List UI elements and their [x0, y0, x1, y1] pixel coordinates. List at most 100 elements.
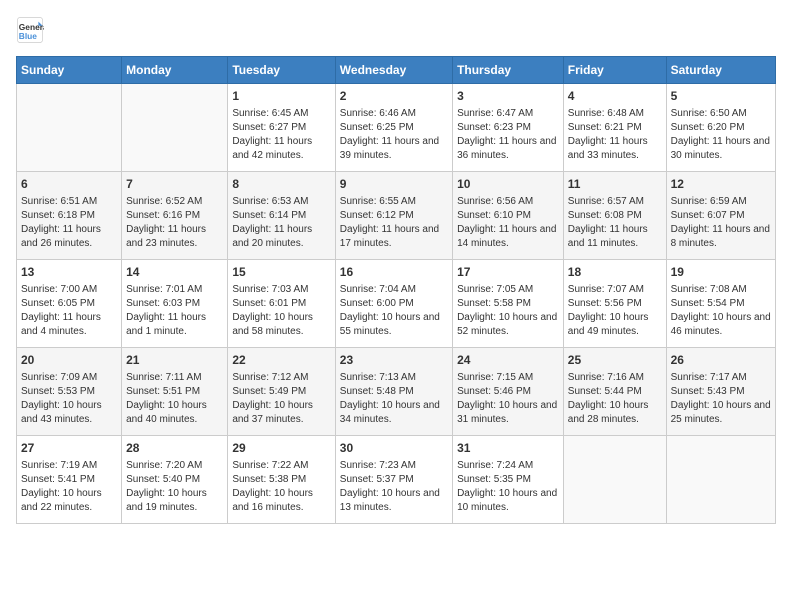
day-info: Sunrise: 7:16 AM Sunset: 5:44 PM Dayligh… — [568, 371, 662, 427]
calendar-cell: 19 Sunrise: 7:08 AM Sunset: 5:54 PM Dayli… — [666, 260, 775, 348]
day-info: Sunrise: 7:09 AM Sunset: 5:53 PM Dayligh… — [21, 371, 117, 427]
calendar-cell — [563, 436, 666, 524]
logo: General Blue — [16, 16, 48, 44]
calendar-cell: 12 Sunrise: 6:59 AM Sunset: 6:07 PM Dayli… — [666, 172, 775, 260]
calendar-cell: 17Sunrise: 7:05 AM Sunset: 5:58 PM Dayli… — [453, 260, 564, 348]
day-number: 17 — [457, 264, 559, 281]
day-info: Sunrise: 6:51 AM Sunset: 6:18 PM Dayligh… — [21, 195, 117, 251]
week-row-4: 27 Sunrise: 7:19 AM Sunset: 5:41 PM Dayli… — [17, 436, 776, 524]
page-header: General Blue — [16, 16, 776, 44]
day-info: Sunrise: 7:07 AM Sunset: 5:56 PM Dayligh… — [568, 283, 662, 339]
calendar-cell: 25Sunrise: 7:16 AM Sunset: 5:44 PM Dayli… — [563, 348, 666, 436]
day-number: 14 — [126, 264, 223, 281]
calendar-cell: 14 Sunrise: 7:01 AM Sunset: 6:03 PM Dayli… — [122, 260, 228, 348]
week-row-3: 20 Sunrise: 7:09 AM Sunset: 5:53 PM Dayli… — [17, 348, 776, 436]
calendar-cell: 13 Sunrise: 7:00 AM Sunset: 6:05 PM Dayli… — [17, 260, 122, 348]
day-number: 10 — [457, 176, 559, 193]
day-number: 30 — [340, 440, 448, 457]
calendar-cell: 31 Sunrise: 7:24 AM Sunset: 5:35 PM Dayli… — [453, 436, 564, 524]
calendar-cell: 28Sunrise: 7:20 AM Sunset: 5:40 PM Dayli… — [122, 436, 228, 524]
day-number: 28 — [126, 440, 223, 457]
calendar-cell: 22 Sunrise: 7:12 AM Sunset: 5:49 PM Dayli… — [228, 348, 335, 436]
day-info: Sunrise: 6:47 AM Sunset: 6:23 PM Dayligh… — [457, 107, 559, 163]
day-info: Sunrise: 6:50 AM Sunset: 6:20 PM Dayligh… — [671, 107, 771, 163]
day-number: 4 — [568, 88, 662, 105]
day-info: Sunrise: 7:23 AM Sunset: 5:37 PM Dayligh… — [340, 459, 448, 515]
day-number: 12 — [671, 176, 771, 193]
day-number: 18 — [568, 264, 662, 281]
day-info: Sunrise: 7:08 AM Sunset: 5:54 PM Dayligh… — [671, 283, 771, 339]
header-sunday: Sunday — [17, 57, 122, 84]
calendar-cell: 30 Sunrise: 7:23 AM Sunset: 5:37 PM Dayli… — [335, 436, 452, 524]
day-number: 31 — [457, 440, 559, 457]
calendar-cell — [17, 84, 122, 172]
calendar-cell: 27 Sunrise: 7:19 AM Sunset: 5:41 PM Dayli… — [17, 436, 122, 524]
day-number: 1 — [232, 88, 330, 105]
day-info: Sunrise: 7:12 AM Sunset: 5:49 PM Dayligh… — [232, 371, 330, 427]
day-info: Sunrise: 7:19 AM Sunset: 5:41 PM Dayligh… — [21, 459, 117, 515]
calendar-cell: 16 Sunrise: 7:04 AM Sunset: 6:00 PM Dayli… — [335, 260, 452, 348]
svg-text:Blue: Blue — [19, 31, 37, 41]
day-info: Sunrise: 6:52 AM Sunset: 6:16 PM Dayligh… — [126, 195, 223, 251]
calendar-cell: 2Sunrise: 6:46 AM Sunset: 6:25 PM Daylig… — [335, 84, 452, 172]
day-number: 20 — [21, 352, 117, 369]
calendar-cell — [666, 436, 775, 524]
calendar-cell: 1Sunrise: 6:45 AM Sunset: 6:27 PM Daylig… — [228, 84, 335, 172]
day-info: Sunrise: 7:17 AM Sunset: 5:43 PM Dayligh… — [671, 371, 771, 427]
calendar-cell: 7Sunrise: 6:52 AM Sunset: 6:16 PM Daylig… — [122, 172, 228, 260]
calendar-cell: 5 Sunrise: 6:50 AM Sunset: 6:20 PM Daylig… — [666, 84, 775, 172]
logo-icon: General Blue — [16, 16, 44, 44]
day-info: Sunrise: 7:01 AM Sunset: 6:03 PM Dayligh… — [126, 283, 223, 339]
day-info: Sunrise: 7:00 AM Sunset: 6:05 PM Dayligh… — [21, 283, 117, 339]
day-number: 9 — [340, 176, 448, 193]
day-info: Sunrise: 7:15 AM Sunset: 5:46 PM Dayligh… — [457, 371, 559, 427]
calendar-cell: 18 Sunrise: 7:07 AM Sunset: 5:56 PM Dayli… — [563, 260, 666, 348]
day-info: Sunrise: 6:57 AM Sunset: 6:08 PM Dayligh… — [568, 195, 662, 251]
day-info: Sunrise: 7:04 AM Sunset: 6:00 PM Dayligh… — [340, 283, 448, 339]
calendar-cell: 4 Sunrise: 6:48 AM Sunset: 6:21 PM Daylig… — [563, 84, 666, 172]
day-number: 22 — [232, 352, 330, 369]
calendar-cell: 3Sunrise: 6:47 AM Sunset: 6:23 PM Daylig… — [453, 84, 564, 172]
calendar-table: SundayMondayTuesdayWednesdayThursdayFrid… — [16, 56, 776, 524]
week-row-1: 6 Sunrise: 6:51 AM Sunset: 6:18 PM Daylig… — [17, 172, 776, 260]
day-info: Sunrise: 6:55 AM Sunset: 6:12 PM Dayligh… — [340, 195, 448, 251]
day-info: Sunrise: 7:13 AM Sunset: 5:48 PM Dayligh… — [340, 371, 448, 427]
day-info: Sunrise: 7:22 AM Sunset: 5:38 PM Dayligh… — [232, 459, 330, 515]
day-number: 29 — [232, 440, 330, 457]
day-number: 6 — [21, 176, 117, 193]
day-number: 5 — [671, 88, 771, 105]
day-info: Sunrise: 6:48 AM Sunset: 6:21 PM Dayligh… — [568, 107, 662, 163]
calendar-cell: 29 Sunrise: 7:22 AM Sunset: 5:38 PM Dayli… — [228, 436, 335, 524]
day-number: 24 — [457, 352, 559, 369]
day-number: 23 — [340, 352, 448, 369]
day-number: 19 — [671, 264, 771, 281]
day-number: 8 — [232, 176, 330, 193]
day-number: 15 — [232, 264, 330, 281]
calendar-cell: 10Sunrise: 6:56 AM Sunset: 6:10 PM Dayli… — [453, 172, 564, 260]
calendar-cell: 21 Sunrise: 7:11 AM Sunset: 5:51 PM Dayli… — [122, 348, 228, 436]
calendar-cell: 15 Sunrise: 7:03 AM Sunset: 6:01 PM Dayli… — [228, 260, 335, 348]
calendar-cell: 26 Sunrise: 7:17 AM Sunset: 5:43 PM Dayli… — [666, 348, 775, 436]
day-number: 11 — [568, 176, 662, 193]
day-info: Sunrise: 6:59 AM Sunset: 6:07 PM Dayligh… — [671, 195, 771, 251]
header-wednesday: Wednesday — [335, 57, 452, 84]
header-thursday: Thursday — [453, 57, 564, 84]
day-info: Sunrise: 6:53 AM Sunset: 6:14 PM Dayligh… — [232, 195, 330, 251]
day-number: 21 — [126, 352, 223, 369]
day-number: 26 — [671, 352, 771, 369]
day-info: Sunrise: 7:24 AM Sunset: 5:35 PM Dayligh… — [457, 459, 559, 515]
calendar-cell: 20 Sunrise: 7:09 AM Sunset: 5:53 PM Dayli… — [17, 348, 122, 436]
day-number: 13 — [21, 264, 117, 281]
header-row: SundayMondayTuesdayWednesdayThursdayFrid… — [17, 57, 776, 84]
day-number: 27 — [21, 440, 117, 457]
day-info: Sunrise: 7:03 AM Sunset: 6:01 PM Dayligh… — [232, 283, 330, 339]
header-friday: Friday — [563, 57, 666, 84]
week-row-2: 13 Sunrise: 7:00 AM Sunset: 6:05 PM Dayli… — [17, 260, 776, 348]
calendar-cell: 11 Sunrise: 6:57 AM Sunset: 6:08 PM Dayli… — [563, 172, 666, 260]
day-info: Sunrise: 7:11 AM Sunset: 5:51 PM Dayligh… — [126, 371, 223, 427]
day-info: Sunrise: 6:46 AM Sunset: 6:25 PM Dayligh… — [340, 107, 448, 163]
header-saturday: Saturday — [666, 57, 775, 84]
day-number: 16 — [340, 264, 448, 281]
week-row-0: 1Sunrise: 6:45 AM Sunset: 6:27 PM Daylig… — [17, 84, 776, 172]
calendar-cell: 24 Sunrise: 7:15 AM Sunset: 5:46 PM Dayli… — [453, 348, 564, 436]
